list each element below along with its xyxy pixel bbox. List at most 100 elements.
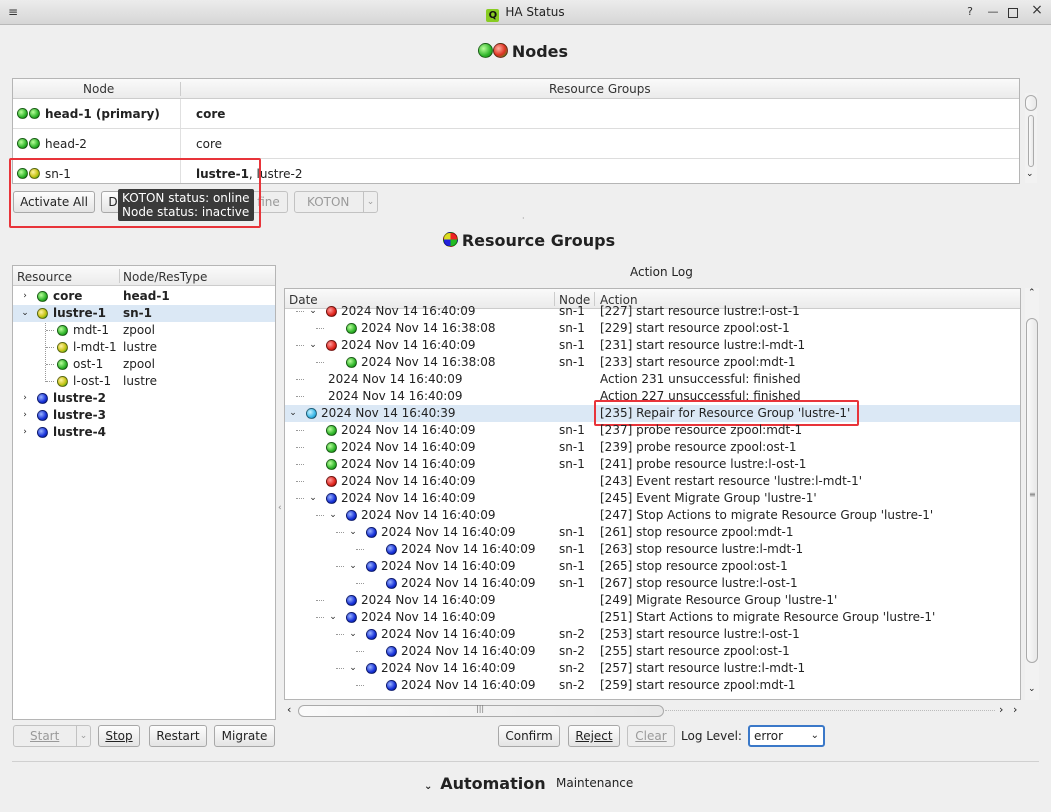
nodes-scroll-up[interactable] [1025, 95, 1037, 111]
log-row[interactable]: 2024 Nov 14 16:40:09 Action 231 unsuccess… [285, 371, 1020, 388]
tree-item-mdt-1[interactable]: mdt-1 zpool [13, 322, 275, 339]
log-date: 2024 Nov 14 16:38:08 [361, 321, 496, 335]
tree-item-l-ost-1[interactable]: l-ost-1 lustre [13, 373, 275, 390]
log-action: [231] start resource lustre:l-mdt-1 [600, 338, 806, 352]
collapse-icon[interactable]: ⌄ [309, 303, 317, 320]
log-row[interactable]: ⌄ 2024 Nov 14 16:40:39 [235] Repair for Re… [285, 400, 1020, 426]
log-row[interactable]: ⌄ 2024 Nov 14 16:40:09 [251] Start Actions… [285, 609, 1020, 626]
nodes-status-icon [478, 43, 493, 58]
nodes-scrollbar[interactable]: ⌄ [1025, 93, 1037, 183]
log-level-select[interactable]: error ⌄ [748, 725, 825, 747]
collapse-icon[interactable]: ⌄ [309, 490, 317, 507]
tree-item-lustre-4[interactable]: › lustre-4 [13, 424, 275, 441]
log-row[interactable]: 2024 Nov 14 16:40:09 sn-1 [237] probe reso… [285, 422, 1020, 439]
log-status-icon [346, 510, 357, 521]
stop-button[interactable]: Stop [98, 725, 140, 747]
collapse-icon[interactable]: ⌄ [349, 558, 357, 575]
migrate-button[interactable]: Migrate [214, 725, 275, 747]
log-node: sn-1 [559, 559, 585, 573]
log-action: [263] stop resource lustre:l-mdt-1 [600, 542, 804, 556]
log-status-icon [326, 306, 337, 317]
log-row[interactable]: 2024 Nov 14 16:38:08 sn-1 [233] start reso… [285, 354, 1020, 371]
node-status-icon [29, 108, 40, 119]
collapse-icon[interactable]: ⌄ [329, 609, 337, 626]
close-icon[interactable]: × [1030, 3, 1044, 17]
log-scrollbar[interactable]: ⌃ ≡ ⌄ [1025, 288, 1039, 700]
collapse-icon[interactable]: ⌄ [21, 305, 29, 322]
collapse-icon[interactable]: ⌄ [349, 626, 357, 643]
log-row[interactable]: ⌄ 2024 Nov 14 16:40:09 sn-1 [231] start res… [285, 337, 1020, 354]
log-row[interactable]: ⌄ 2024 Nov 14 16:40:09 [247] Stop Actions … [285, 507, 1020, 524]
minimize-icon[interactable]: — [986, 6, 1000, 18]
action-log-table: Date Node Action ⌄ 2024 Nov 14 16:40:09 sn… [284, 288, 1021, 700]
resource-type: lustre [123, 374, 157, 388]
clear-button[interactable]: Clear [627, 725, 675, 747]
node-status-icon [17, 138, 28, 149]
collapse-icon[interactable]: ⌄ [329, 507, 337, 524]
log-row[interactable]: ⌄ 2024 Nov 14 16:40:09 sn-2 [253] start res… [285, 626, 1020, 643]
log-row[interactable]: 2024 Nov 14 16:40:09 sn-1 [267] stop resou… [285, 575, 1020, 592]
log-scroll-down-icon[interactable]: ⌄ [1028, 684, 1036, 694]
col-resource-groups[interactable]: Resource Groups [549, 82, 651, 96]
log-date: 2024 Nov 14 16:40:09 [361, 508, 496, 522]
reject-button[interactable]: Reject [568, 725, 620, 747]
log-row[interactable]: 2024 Nov 14 16:38:08 sn-1 [229] start reso… [285, 320, 1020, 337]
tree-item-lustre-2[interactable]: › lustre-2 [13, 390, 275, 407]
chevron-down-icon[interactable]: ⌄ [363, 192, 377, 212]
start-dropdown[interactable]: Start ⌄ [13, 725, 91, 747]
log-action: [227] start resource lustre:l-ost-1 [600, 304, 800, 318]
node-row[interactable]: head-1 (primary) core [13, 99, 1019, 129]
log-row[interactable]: 2024 Nov 14 16:40:09 [249] Migrate Resour… [285, 592, 1020, 609]
nodes-scroll-down-icon[interactable]: ⌄ [1026, 169, 1034, 179]
scroll-right-end-icon[interactable]: › [1013, 703, 1017, 716]
log-row[interactable]: ⌄ 2024 Nov 14 16:40:09 sn-2 [257] start res… [285, 660, 1020, 677]
log-row[interactable]: ⌄ 2024 Nov 14 16:40:09 sn-1 [227] start res… [285, 303, 1020, 320]
log-row[interactable]: ⌄ 2024 Nov 14 16:40:09 sn-1 [265] stop reso… [285, 558, 1020, 575]
expand-icon[interactable]: › [21, 390, 29, 407]
help-icon[interactable]: ? [963, 6, 977, 18]
collapse-icon[interactable]: ⌄ [349, 660, 357, 677]
node-row[interactable]: head-2 core [13, 129, 1019, 159]
confirm-button[interactable]: Confirm [498, 725, 560, 747]
log-row[interactable]: 2024 Nov 14 16:40:09 sn-1 [239] probe reso… [285, 439, 1020, 456]
tree-item-l-mdt-1[interactable]: l-mdt-1 lustre [13, 339, 275, 356]
collapse-icon[interactable]: ⌄ [349, 524, 357, 541]
tree-item-lustre-1[interactable]: ⌄ lustre-1 sn-1 [13, 305, 275, 322]
log-hscrollbar[interactable]: ‹ ||| › › [285, 703, 1021, 718]
automation-header[interactable]: ⌄ Automation [424, 774, 546, 793]
tree-item-core[interactable]: › core head-1 [13, 288, 275, 305]
scroll-right-icon[interactable]: › [999, 703, 1003, 716]
automation-expand-icon[interactable]: ⌄ [424, 781, 432, 792]
tree-item-lustre-3[interactable]: › lustre-3 [13, 407, 275, 424]
col-node[interactable]: Node [83, 82, 114, 96]
log-date: 2024 Nov 14 16:40:09 [401, 576, 536, 590]
collapse-icon[interactable]: ⌄ [309, 337, 317, 354]
automation-title: Automation [440, 774, 546, 793]
splitter-handle[interactable]: · [522, 214, 528, 223]
log-row[interactable]: 2024 Nov 14 16:40:09 sn-1 [241] probe reso… [285, 456, 1020, 473]
log-date: 2024 Nov 14 16:40:09 [341, 474, 476, 488]
restart-button[interactable]: Restart [149, 725, 207, 747]
log-row[interactable]: 2024 Nov 14 16:40:09 [243] Event restart … [285, 473, 1020, 490]
expand-icon[interactable]: › [21, 424, 29, 441]
maximize-icon[interactable] [1008, 8, 1018, 18]
collapse-icon[interactable]: ⌄ [289, 405, 297, 422]
log-row[interactable]: ⌄ 2024 Nov 14 16:40:09 [245] Event Migrate… [285, 490, 1020, 507]
log-row[interactable]: ⌄ 2024 Nov 14 16:40:09 sn-1 [261] stop reso… [285, 524, 1020, 541]
koton-dropdown[interactable]: KOTON ⌄ [294, 191, 378, 213]
scroll-left-icon[interactable]: ‹ [287, 703, 291, 716]
tree-item-ost-1[interactable]: ost-1 zpool [13, 356, 275, 373]
log-scroll-up-icon[interactable]: ⌃ [1028, 288, 1036, 298]
nodes-scroll-thumb[interactable] [1028, 115, 1034, 167]
start-chevron-down-icon[interactable]: ⌄ [76, 726, 90, 746]
expand-icon[interactable]: › [21, 288, 29, 305]
col-node-restype[interactable]: Node/ResType [123, 270, 207, 284]
log-row[interactable]: 2024 Nov 14 16:40:09 sn-1 [263] stop resou… [285, 541, 1020, 558]
log-node: sn-1 [559, 355, 585, 369]
log-row[interactable]: 2024 Nov 14 16:40:09 sn-2 [259] start reso… [285, 677, 1020, 694]
col-resource[interactable]: Resource [17, 270, 72, 284]
log-row[interactable]: 2024 Nov 14 16:40:09 sn-2 [255] start reso… [285, 643, 1020, 660]
vertical-splitter[interactable]: ‹ [278, 503, 282, 513]
log-date: 2024 Nov 14 16:40:09 [381, 627, 516, 641]
expand-icon[interactable]: › [21, 407, 29, 424]
